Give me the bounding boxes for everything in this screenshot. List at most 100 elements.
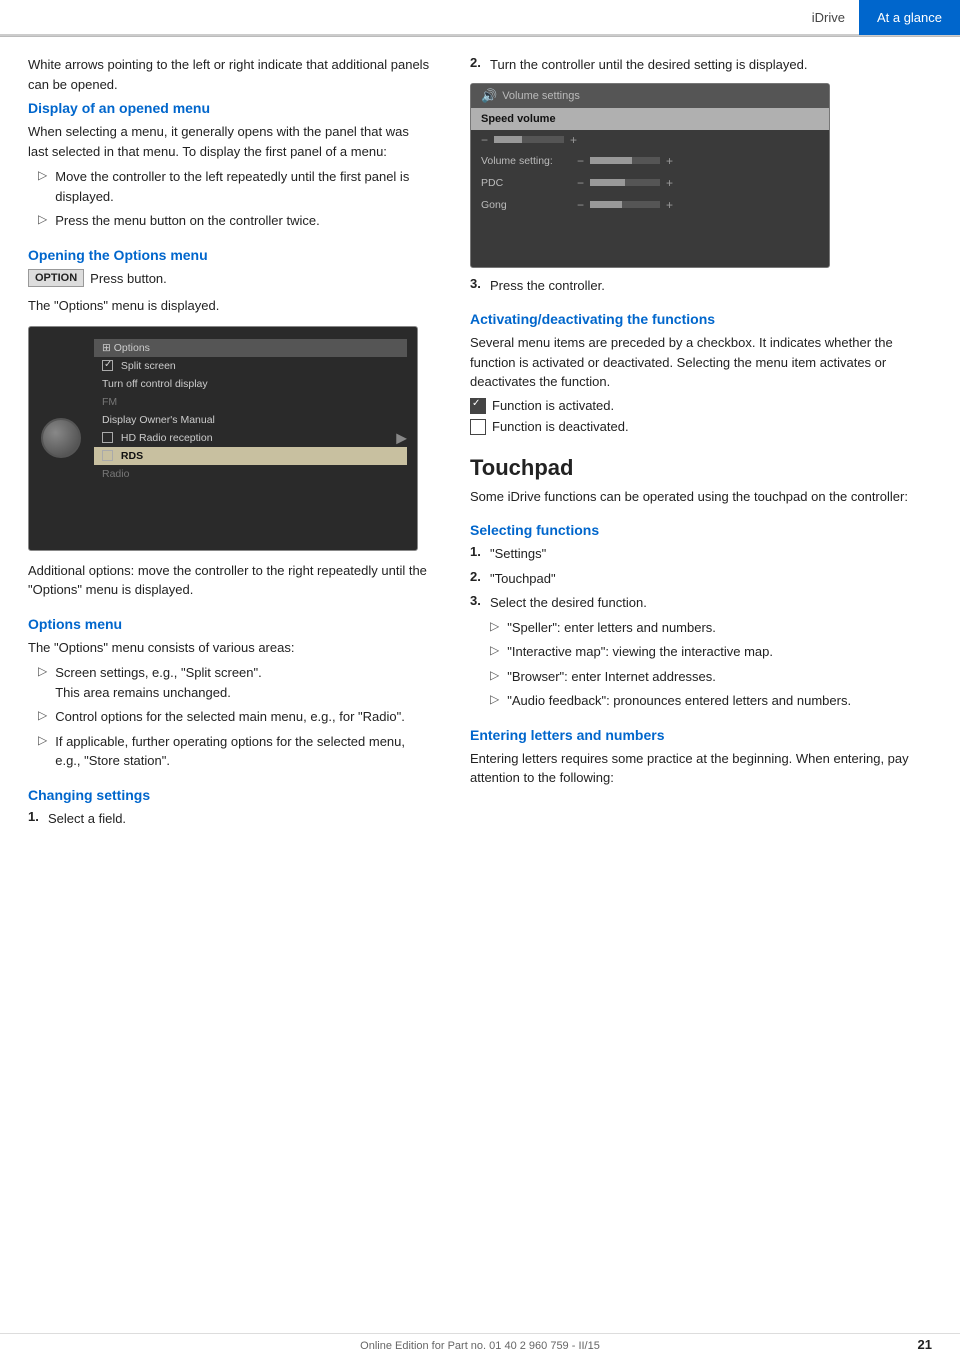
hd-radio-checkbox xyxy=(102,432,113,443)
vol-setting-bar xyxy=(590,157,660,164)
bullet-text-5: If applicable, further operating options… xyxy=(55,732,432,771)
controller-knob-options xyxy=(41,418,81,458)
gong-label: Gong xyxy=(481,199,571,211)
rds-checkbox xyxy=(102,450,113,461)
option-button-row: OPTION Press button. xyxy=(28,269,432,289)
left-column: White arrows pointing to the left or rig… xyxy=(0,55,460,833)
right-column: 2. Turn the controller until the desired… xyxy=(460,55,940,833)
additional-options-text: Additional options: move the controller … xyxy=(28,561,432,600)
pdc-plus: + xyxy=(666,176,673,190)
bullet-text-audio: "Audio feedback": pronounces entered let… xyxy=(507,691,851,711)
options-menu-header: ⊞ Options xyxy=(94,339,407,357)
options-icon: ⊞ xyxy=(102,342,111,354)
options-screen-image: ▶ ⊞ Options Split screen Turn off contro… xyxy=(28,326,418,551)
options-hd-radio: HD Radio reception xyxy=(94,429,407,447)
bullet-control-options: ▷ Control options for the selected main … xyxy=(28,707,432,727)
speed-minus-icon: − xyxy=(481,133,488,147)
gong-minus: − xyxy=(577,198,584,212)
speed-volume-controls: − + xyxy=(471,130,829,150)
bullet-text-3b: This area remains unchanged. xyxy=(55,683,262,703)
step1-number: 1. xyxy=(28,809,48,829)
entering-body: Entering letters requires some practice … xyxy=(470,749,912,788)
bullet-arrow-1: ▷ xyxy=(38,168,47,206)
volume-setting-row: Volume setting: − + xyxy=(471,150,829,172)
sel-step2-num: 2. xyxy=(470,569,490,589)
bullet-move-controller: ▷ Move the controller to the left repeat… xyxy=(28,167,432,206)
bullet-arrow-2: ▷ xyxy=(38,212,47,231)
vol-setting-minus: − xyxy=(577,154,584,168)
bullet-arrow-map: ▷ xyxy=(490,643,499,662)
sel-step3-text: Select the desired function. xyxy=(490,593,647,613)
options-radio-label: Radio xyxy=(94,465,407,483)
activating-body: Several menu items are preceded by a che… xyxy=(470,333,912,392)
bullet-speller: ▷ "Speller": enter letters and numbers. xyxy=(470,618,912,638)
sel-step3-num: 3. xyxy=(470,593,490,613)
bullet-further-options: ▷ If applicable, further operating optio… xyxy=(28,732,432,771)
section-options-menu-title: Options menu xyxy=(28,616,432,632)
options-result-text: The "Options" menu is displayed. xyxy=(28,296,432,316)
touchpad-heading: Touchpad xyxy=(470,455,912,481)
bullet-arrow-speller: ▷ xyxy=(490,619,499,638)
bullet-arrow-3: ▷ xyxy=(38,664,47,702)
bullet-arrow-4: ▷ xyxy=(38,708,47,727)
options-menu-display: ⊞ Options Split screen Turn off control … xyxy=(94,339,407,538)
bullet-text-1: Move the controller to the left repeated… xyxy=(55,167,432,206)
deactivated-icon xyxy=(470,419,486,435)
footer-text: Online Edition for Part no. 01 40 2 960 … xyxy=(360,1340,600,1352)
step2-number: 2. xyxy=(470,55,490,75)
deactivated-row: Function is deactivated. xyxy=(470,419,912,435)
section-changing-settings-title: Changing settings xyxy=(28,787,432,803)
pdc-minus: − xyxy=(577,176,584,190)
header-section-label: At a glance xyxy=(859,0,960,35)
footer: Online Edition for Part no. 01 40 2 960 … xyxy=(0,1333,960,1352)
gong-bar xyxy=(590,201,660,208)
sel-step1-num: 1. xyxy=(470,544,490,564)
gong-plus: + xyxy=(666,198,673,212)
activated-icon xyxy=(470,398,486,414)
bullet-arrow-5: ▷ xyxy=(38,733,47,771)
vol-setting-plus: + xyxy=(666,154,673,168)
changing-settings-step1: 1. Select a field. xyxy=(28,809,432,829)
step2-row: 2. Turn the controller until the desired… xyxy=(470,55,912,75)
bullet-screen-settings: ▷ Screen settings, e.g., "Split screen".… xyxy=(28,663,432,702)
pdc-row: PDC − + xyxy=(471,172,829,194)
step3-row: 3. Press the controller. xyxy=(470,276,912,296)
pdc-label: PDC xyxy=(481,177,571,189)
page-header: iDrive At a glance xyxy=(0,0,960,36)
options-rds-highlighted: RDS xyxy=(94,447,407,465)
speed-volume-bar xyxy=(494,136,564,143)
page-number: 21 xyxy=(918,1337,932,1352)
selecting-step3: 3. Select the desired function. xyxy=(470,593,912,613)
selecting-step2: 2. "Touchpad" xyxy=(470,569,912,589)
bullet-browser: ▷ "Browser": enter Internet addresses. xyxy=(470,667,912,687)
split-screen-checkbox xyxy=(102,360,113,371)
press-button-text: Press button. xyxy=(90,269,167,289)
section-selecting-title: Selecting functions xyxy=(470,522,912,538)
sel-step2-text: "Touchpad" xyxy=(490,569,556,589)
bullet-text-2: Press the menu button on the controller … xyxy=(55,211,319,231)
intro-text: White arrows pointing to the left or rig… xyxy=(28,55,432,94)
section1-body: When selecting a menu, it generally open… xyxy=(28,122,432,161)
touchpad-body: Some iDrive functions can be operated us… xyxy=(470,487,912,507)
bullet-audio-feedback: ▷ "Audio feedback": pronounces entered l… xyxy=(470,691,912,711)
options-fm-label: FM xyxy=(94,393,407,411)
speed-volume-highlighted: Speed volume xyxy=(471,108,829,130)
activated-label: Function is activated. xyxy=(492,398,614,413)
speed-plus-icon: + xyxy=(570,133,577,147)
step3-number: 3. xyxy=(470,276,490,296)
option-button-icon: OPTION xyxy=(28,269,84,287)
bullet-text-3a: Screen settings, e.g., "Split screen". xyxy=(55,663,262,683)
step2-text: Turn the controller until the desired se… xyxy=(490,55,807,75)
section-opening-options-title: Opening the Options menu xyxy=(28,247,432,263)
main-content: White arrows pointing to the left or rig… xyxy=(0,37,960,833)
bullet-arrow-audio: ▷ xyxy=(490,692,499,711)
bullet-press-menu-button: ▷ Press the menu button on the controlle… xyxy=(28,211,432,231)
options-display-manual: Display Owner's Manual xyxy=(94,411,407,429)
bullet-interactive-map: ▷ "Interactive map": viewing the interac… xyxy=(470,642,912,662)
activated-row: Function is activated. xyxy=(470,398,912,414)
sel-step1-text: "Settings" xyxy=(490,544,546,564)
step1-text: Select a field. xyxy=(48,809,126,829)
bullet-text-speller: "Speller": enter letters and numbers. xyxy=(507,618,716,638)
deactivated-label: Function is deactivated. xyxy=(492,419,629,434)
bullet-text-browser: "Browser": enter Internet addresses. xyxy=(507,667,716,687)
